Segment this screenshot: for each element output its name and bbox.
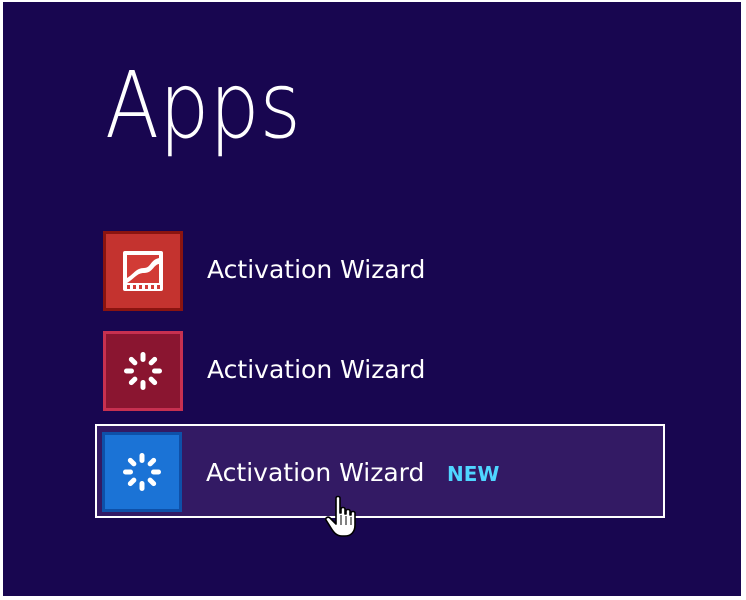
app-label-1: Activation Wizard xyxy=(207,255,426,284)
app-tile-3-selected[interactable]: Activation Wizard NEW xyxy=(95,424,665,518)
page-title: Apps xyxy=(105,52,301,159)
hand-pointer-icon xyxy=(323,495,363,543)
start-screen: Apps Activation Wizard Activation Wizard… xyxy=(3,2,741,596)
app-tile-1[interactable]: Activation Wizard xyxy=(103,231,671,315)
loading-spinner-icon xyxy=(103,331,183,411)
app-label-3: Activation Wizard xyxy=(206,458,425,487)
app-tile-2[interactable]: Activation Wizard xyxy=(103,331,671,415)
loading-spinner-icon xyxy=(102,432,182,512)
new-badge: NEW xyxy=(447,462,500,486)
video-editor-icon xyxy=(103,231,183,311)
app-label-2: Activation Wizard xyxy=(207,355,426,384)
